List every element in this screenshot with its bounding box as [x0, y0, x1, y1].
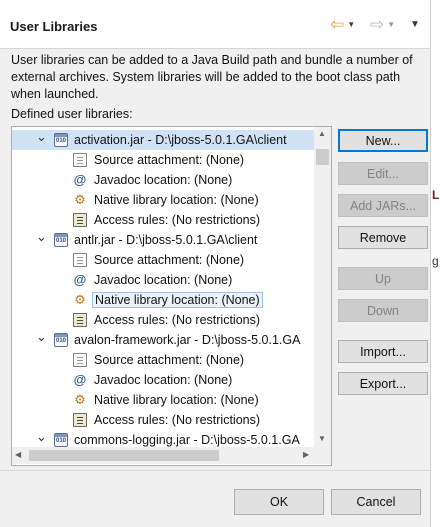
dialog-title: User Libraries	[10, 19, 98, 34]
background-glyph: L	[432, 188, 440, 202]
library-attribute-label: Access rules: (No restrictions)	[94, 313, 261, 327]
library-row[interactable]: ⌄ 010 antlr.jar - D:\jboss-5.0.1.GA\client	[12, 229, 314, 250]
native-library-icon: ⚙	[74, 192, 86, 207]
expand-chevron-icon[interactable]: ⌄	[36, 429, 47, 445]
background-glyph: g	[432, 254, 439, 268]
library-attribute-label: Javadoc location: (None)	[94, 273, 233, 287]
import-button[interactable]: Import...	[338, 340, 428, 363]
library-attribute-label: Native library location: (None)	[92, 292, 263, 308]
access-rules-icon	[73, 313, 87, 327]
source-attachment-icon	[73, 153, 87, 167]
vertical-scrollbar[interactable]: ▲ ▼	[314, 127, 331, 447]
library-attribute-row[interactable]: Access rules: (No restrictions)	[12, 310, 314, 330]
library-row[interactable]: ⌄ 010 commons-logging.jar - D:\jboss-5.0.1…	[12, 429, 314, 447]
library-attribute-row[interactable]: Source attachment: (None)	[12, 150, 314, 170]
expand-chevron-icon[interactable]: ⌄	[36, 329, 47, 345]
scrollbar-corner	[314, 447, 331, 464]
footer-separator	[0, 470, 430, 471]
chevron-down-icon[interactable]: ▼	[347, 20, 355, 29]
description-text: User libraries can be added to a Java Bu…	[11, 53, 413, 101]
add-jars-button[interactable]: Add JARs...	[338, 194, 428, 217]
library-label: avalon-framework.jar - D:\jboss-5.0.1.GA	[74, 333, 301, 347]
view-menu-icon[interactable]: ▼	[410, 19, 420, 30]
library-label: activation.jar - D:\jboss-5.0.1.GA\clien…	[74, 133, 287, 147]
scrollbar-thumb[interactable]	[29, 450, 219, 461]
library-row[interactable]: ⌄ 010 activation.jar - D:\jboss-5.0.1.GA\c…	[12, 129, 314, 150]
library-attribute-label: Source attachment: (None)	[94, 353, 245, 367]
library-attribute-label: Native library location: (None)	[94, 193, 259, 207]
library-attribute-row[interactable]: ⚙ Native library location: (None)	[12, 190, 314, 210]
view-menu[interactable]: ▼	[410, 14, 420, 34]
javadoc-location-icon: @	[73, 272, 87, 287]
tree-rows: ⌄ 010 activation.jar - D:\jboss-5.0.1.GA\c…	[12, 127, 314, 447]
scrollbar-thumb[interactable]	[316, 149, 329, 165]
library-label: antlr.jar - D:\jboss-5.0.1.GA\client	[74, 233, 258, 247]
jar-library-icon: 010	[54, 133, 68, 147]
library-label: commons-logging.jar - D:\jboss-5.0.1.GA	[74, 433, 300, 447]
library-attribute-row[interactable]: Access rules: (No restrictions)	[12, 210, 314, 230]
horizontal-scrollbar[interactable]: ◀ ▶	[12, 447, 314, 464]
back-arrow-icon[interactable]: ⇦	[330, 16, 344, 33]
jar-library-icon: 010	[54, 233, 68, 247]
library-attribute-label: Native library location: (None)	[94, 393, 259, 407]
scroll-left-icon[interactable]: ◀	[15, 450, 21, 459]
expand-chevron-icon[interactable]: ⌄	[36, 229, 47, 245]
library-attribute-label: Javadoc location: (None)	[94, 373, 233, 387]
new-button[interactable]: New...	[338, 129, 428, 152]
library-attribute-row[interactable]: Access rules: (No restrictions)	[12, 410, 314, 430]
defined-libraries-label: Defined user libraries:	[11, 107, 133, 121]
source-attachment-icon	[73, 253, 87, 267]
ok-button[interactable]: OK	[234, 489, 324, 515]
javadoc-location-icon: @	[73, 372, 87, 387]
expand-chevron-icon[interactable]: ⌄	[36, 129, 47, 145]
library-attribute-row[interactable]: Source attachment: (None)	[12, 250, 314, 270]
library-attribute-label: Source attachment: (None)	[94, 153, 245, 167]
javadoc-location-icon: @	[73, 172, 87, 187]
background-editor-strip: L g	[430, 0, 440, 527]
scroll-up-icon[interactable]: ▲	[318, 129, 326, 138]
library-attribute-label: Access rules: (No restrictions)	[94, 213, 261, 227]
dialog-header: User Libraries ⇦ ▼ ⇨ ▼ ▼	[0, 0, 430, 49]
library-attribute-row[interactable]: ⚙ Native library location: (None)	[12, 290, 314, 310]
jar-library-icon: 010	[54, 333, 68, 347]
user-libraries-tree[interactable]: ⌄ 010 activation.jar - D:\jboss-5.0.1.GA\c…	[11, 126, 332, 466]
edit-button[interactable]: Edit...	[338, 162, 428, 185]
library-attribute-row[interactable]: ⚙ Native library location: (None)	[12, 390, 314, 410]
down-button[interactable]: Down	[338, 299, 428, 322]
jar-library-icon: 010	[54, 433, 68, 447]
library-attribute-row[interactable]: @ Javadoc location: (None)	[12, 370, 314, 390]
library-attribute-row[interactable]: @ Javadoc location: (None)	[12, 170, 314, 190]
library-row[interactable]: ⌄ 010 avalon-framework.jar - D:\jboss-5.0.…	[12, 329, 314, 350]
access-rules-icon	[73, 213, 87, 227]
up-button[interactable]: Up	[338, 267, 428, 290]
chevron-down-icon[interactable]: ▼	[387, 20, 395, 29]
library-attribute-row[interactable]: Source attachment: (None)	[12, 350, 314, 370]
access-rules-icon	[73, 413, 87, 427]
remove-button[interactable]: Remove	[338, 226, 428, 249]
scroll-right-icon[interactable]: ▶	[303, 450, 309, 459]
forward-arrow-icon[interactable]: ⇨	[370, 16, 384, 33]
library-attribute-label: Access rules: (No restrictions)	[94, 413, 261, 427]
cancel-button[interactable]: Cancel	[331, 489, 421, 515]
library-attribute-label: Source attachment: (None)	[94, 253, 245, 267]
back-navigation[interactable]: ⇦ ▼	[330, 14, 355, 34]
library-attribute-row[interactable]: @ Javadoc location: (None)	[12, 270, 314, 290]
forward-navigation[interactable]: ⇨ ▼	[370, 14, 395, 34]
library-attribute-label: Javadoc location: (None)	[94, 173, 233, 187]
native-library-icon: ⚙	[74, 292, 86, 307]
scroll-down-icon[interactable]: ▼	[318, 434, 326, 443]
source-attachment-icon	[73, 353, 87, 367]
export-button[interactable]: Export...	[338, 372, 428, 395]
native-library-icon: ⚙	[74, 392, 86, 407]
